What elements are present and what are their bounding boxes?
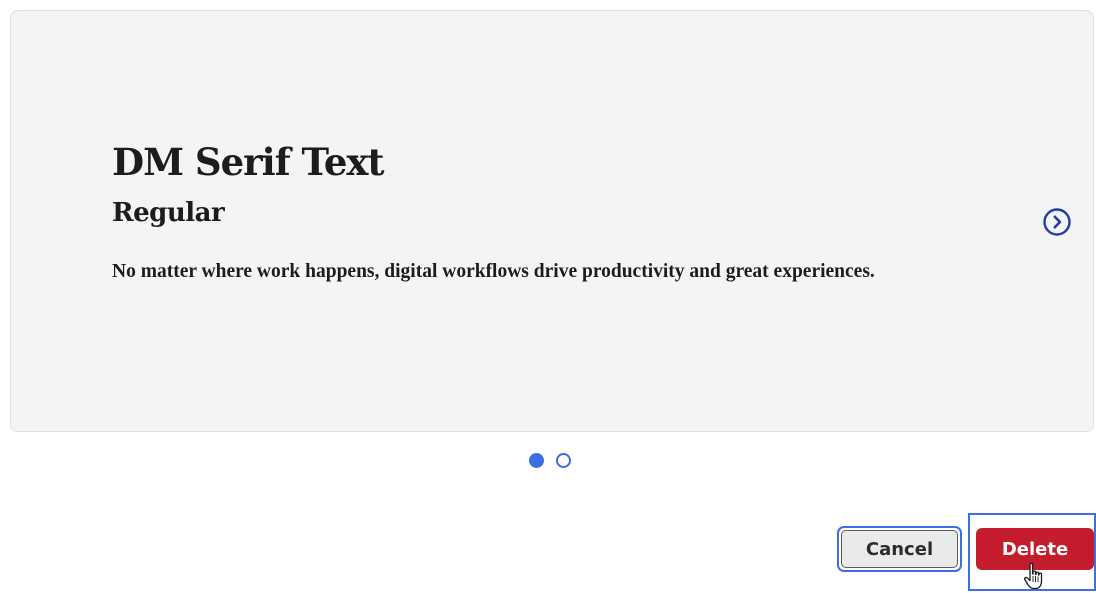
carousel-dot-1[interactable] — [529, 452, 544, 468]
carousel-next-button[interactable] — [1042, 207, 1072, 237]
font-name-heading: DM Serif Text — [112, 140, 385, 184]
cancel-button-label: Cancel — [841, 530, 958, 568]
carousel-dot-2[interactable] — [556, 452, 571, 468]
cancel-button[interactable]: Cancel — [837, 526, 962, 572]
chevron-right-circle-icon — [1043, 208, 1071, 236]
font-weight-label: Regular — [112, 198, 225, 228]
carousel-pagination — [529, 451, 571, 469]
delete-button[interactable]: Delete — [976, 528, 1094, 570]
font-preview-card: DM Serif Text Regular No matter where wo… — [10, 10, 1094, 432]
font-sample-text: No matter where work happens, digital wo… — [112, 261, 875, 282]
